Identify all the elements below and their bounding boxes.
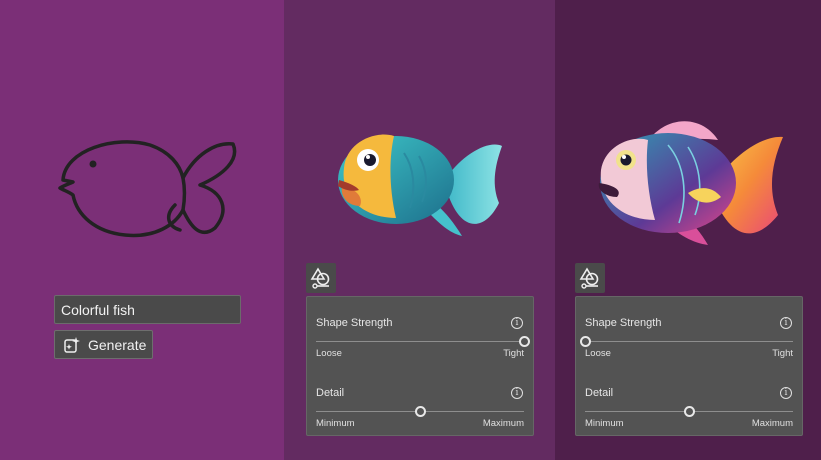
detail-slider-thumb[interactable]: [415, 406, 426, 417]
shape-strength-max-label: Tight: [503, 348, 524, 359]
shape-reference-button-2[interactable]: [575, 263, 605, 293]
reference-settings-panel-1: Shape Strength i Loose Tight Detail i Mi…: [306, 296, 534, 436]
shape-strength-slider[interactable]: [580, 336, 793, 347]
shape-strength-label: Shape Strength: [316, 317, 393, 329]
generate-button[interactable]: Generate: [54, 330, 153, 359]
shape-reference-icon: [310, 267, 330, 289]
shape-strength-min-label: Loose: [585, 348, 611, 359]
detail-slider[interactable]: [316, 406, 524, 417]
shape-reference-button-1[interactable]: [306, 263, 336, 293]
generated-fish-image-2[interactable]: [593, 115, 788, 255]
shape-strength-min-label: Loose: [316, 348, 342, 359]
detail-label: Detail: [316, 387, 345, 399]
detail-info-icon[interactable]: i: [780, 387, 792, 399]
detail-slider[interactable]: [585, 406, 793, 417]
shape-strength-info-icon[interactable]: i: [511, 317, 523, 329]
detail-min-label: Minimum: [585, 418, 624, 429]
result-panel-1: Shape Strength i Loose Tight Detail i Mi…: [284, 0, 555, 460]
reference-settings-panel-2: Shape Strength i Loose Tight Detail i Mi…: [575, 296, 803, 436]
generate-sparkle-icon: [64, 336, 80, 353]
sketch-panel: Generate: [0, 0, 284, 460]
shape-strength-max-label: Tight: [772, 348, 793, 359]
generate-button-label: Generate: [88, 336, 147, 353]
generated-fish-image-1[interactable]: [334, 128, 504, 240]
detail-max-label: Maximum: [751, 418, 793, 429]
detail-max-label: Maximum: [482, 418, 524, 429]
fish-sketch: [58, 140, 237, 238]
shape-strength-info-icon[interactable]: i: [780, 317, 792, 329]
result-panel-2: Shape Strength i Loose Tight Detail i Mi…: [555, 0, 821, 460]
detail-info-icon[interactable]: i: [511, 387, 523, 399]
detail-slider-thumb[interactable]: [684, 406, 695, 417]
shape-strength-slider-thumb[interactable]: [519, 336, 530, 347]
shape-strength-slider-thumb[interactable]: [580, 336, 591, 347]
detail-min-label: Minimum: [316, 418, 355, 429]
shape-reference-icon: [579, 267, 599, 289]
shape-strength-label: Shape Strength: [585, 317, 662, 329]
detail-label: Detail: [585, 387, 614, 399]
prompt-input[interactable]: [54, 295, 241, 324]
shape-strength-slider[interactable]: [316, 336, 530, 347]
